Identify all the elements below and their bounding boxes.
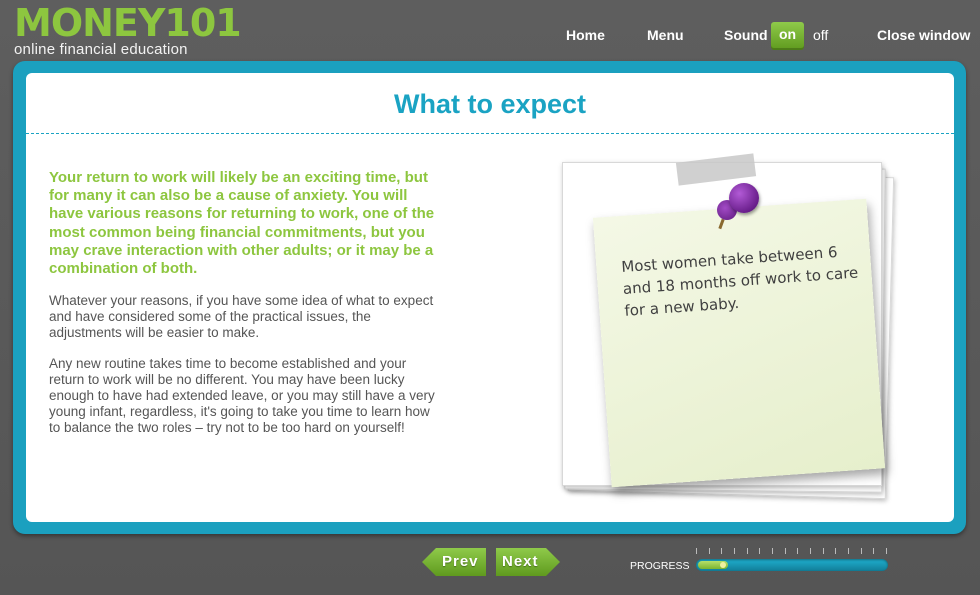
content-panel: What to expect Your return to work will … xyxy=(26,73,954,522)
progress-bar xyxy=(696,559,888,571)
content-frame: What to expect Your return to work will … xyxy=(13,61,966,534)
sound-label: Sound xyxy=(724,27,768,43)
progress-tick xyxy=(886,548,887,554)
progress-tick xyxy=(810,548,811,554)
sound-off-toggle[interactable]: off xyxy=(813,27,828,43)
body-text: Your return to work will likely be an ex… xyxy=(49,169,444,451)
body-paragraph: Any new routine takes time to become est… xyxy=(49,356,435,436)
home-link[interactable]: Home xyxy=(566,27,605,43)
close-window-link[interactable]: Close window xyxy=(877,27,970,43)
progress-ticks xyxy=(696,548,888,556)
menu-link[interactable]: Menu xyxy=(647,27,684,43)
sticky-note: Most women take between 6 and 18 months … xyxy=(592,198,886,488)
progress-tick xyxy=(709,548,710,554)
title-divider xyxy=(26,133,954,134)
progress-tick xyxy=(785,548,786,554)
progress-tick xyxy=(797,548,798,554)
progress-tick xyxy=(759,548,760,554)
progress-tick xyxy=(835,548,836,554)
progress-tick xyxy=(823,548,824,554)
page-title: What to expect xyxy=(393,89,587,119)
note-illustration: Most women take between 6 and 18 months … xyxy=(554,153,904,500)
progress-tick xyxy=(734,548,735,554)
progress-tick xyxy=(747,548,748,554)
progress-tick xyxy=(873,548,874,554)
progress-tick xyxy=(721,548,722,554)
progress-tick xyxy=(772,548,773,554)
progress-tick xyxy=(696,548,697,554)
sound-on-toggle[interactable]: on xyxy=(771,22,804,50)
lead-paragraph: Your return to work will likely be an ex… xyxy=(49,169,435,278)
pushpin-icon xyxy=(729,183,759,213)
sticky-note-text: Most women take between 6 and 18 months … xyxy=(620,242,859,320)
progress-tick xyxy=(861,548,862,554)
prev-button[interactable]: Prev xyxy=(422,548,486,576)
progress-knob xyxy=(720,562,726,568)
top-navigation: Home Menu Sound on off Close window xyxy=(0,22,980,50)
progress-tick xyxy=(848,548,849,554)
body-paragraph: Whatever your reasons, if you have some … xyxy=(49,293,434,341)
progress-label: PROGRESS xyxy=(630,560,690,572)
next-button[interactable]: Next xyxy=(496,548,560,576)
